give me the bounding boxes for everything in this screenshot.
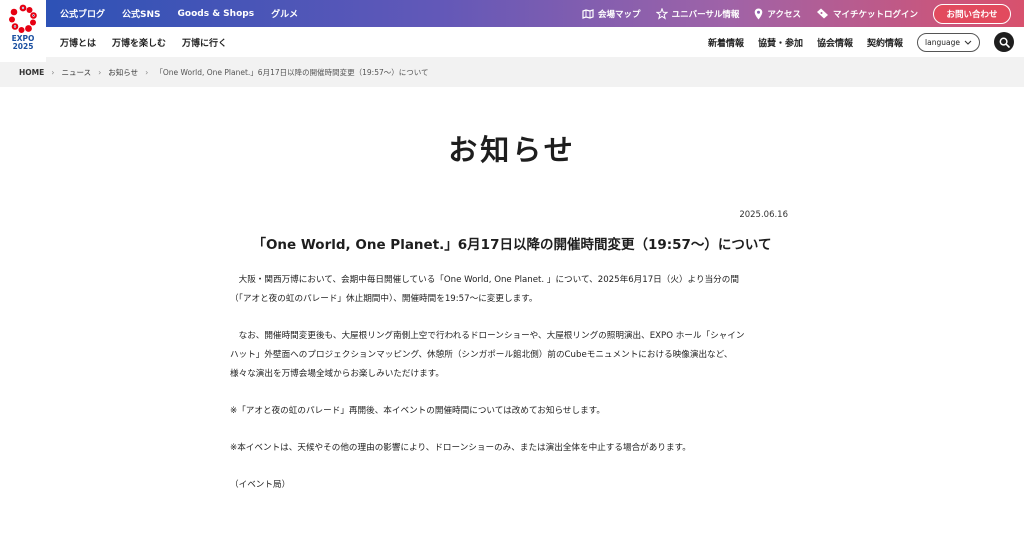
expo-logo[interactable]: EXPO 2025 [0, 0, 46, 62]
breadcrumb-current: 「One World, One Planet.」6月17日以降の開催時間変更（1… [155, 67, 429, 77]
body-text: ※「アオと夜の虹のパレード」再開後、本イベントの開催時間については改めてお知らせ… [230, 406, 606, 416]
nav-official-blog[interactable]: 公式ブログ [60, 7, 105, 20]
nav-about-expo[interactable]: 万博とは [60, 36, 96, 49]
language-select[interactable]: language [917, 32, 980, 52]
body-text: なお、開催時間変更後も、大屋根リング南側上空で行われるドローンショーや、大屋根リ… [230, 331, 745, 341]
nav-sponsorship[interactable]: 協賛・参加 [758, 36, 803, 49]
logo-text: EXPO 2025 [11, 34, 35, 51]
nav-official-sns[interactable]: 公式SNS [122, 7, 161, 20]
top-right-links: 会場マップ ユニバーサル情報 アクセス マイチケットログイン お問い合わせ [582, 3, 1024, 24]
nav-enjoy-expo[interactable]: 万博を楽しむ [112, 36, 166, 49]
venue-map-label: 会場マップ [598, 9, 641, 20]
nav-contract-info[interactable]: 契約情報 [867, 36, 903, 49]
contact-button[interactable]: お問い合わせ [933, 3, 1011, 24]
search-button[interactable] [994, 32, 1014, 52]
chevron-down-icon [964, 40, 972, 45]
universal-info-label: ユニバーサル情報 [671, 9, 740, 20]
venue-map-link[interactable]: 会場マップ [582, 8, 641, 20]
body-text: （「アオと夜の虹のパレード」休止期間中）、開催時間を19:57～に変更します。 [230, 294, 538, 304]
language-label: language [925, 37, 960, 47]
breadcrumb-notice[interactable]: お知らせ [108, 67, 138, 78]
body-text: （イベント局） [230, 480, 291, 490]
nav-news[interactable]: 新着情報 [708, 36, 744, 49]
article-body: 大阪・関西万博において、会期中毎日開催している「One World, One P… [230, 271, 810, 495]
my-ticket-login-link[interactable]: マイチケットログイン [816, 8, 918, 20]
accessibility-icon [655, 7, 668, 20]
body-text: 大阪・関西万博において、会期中毎日開催している「One World, One P… [230, 275, 739, 285]
body-text: ハット」外壁面へのプロジェクションマッピング、休憩所（シンガポール館北側）前のC… [230, 350, 733, 360]
main-nav-right: 新着情報 協賛・参加 協会情報 契約情報 language [708, 32, 1024, 52]
main-nav-left: 万博とは 万博を楽しむ 万博に行く [46, 36, 227, 49]
breadcrumb-separator-icon: › [51, 67, 55, 77]
ticket-icon [816, 8, 828, 19]
top-left-links: 公式ブログ 公式SNS Goods & Shops グルメ [46, 7, 298, 21]
article-date: 2025.06.16 [739, 210, 788, 220]
nav-gourmet[interactable]: グルメ [271, 7, 298, 20]
access-link[interactable]: アクセス [754, 8, 801, 20]
nav-visit-expo[interactable]: 万博に行く [182, 36, 227, 49]
body-text: 様々な演出を万博会場全域からお楽しみいただけます。 [230, 369, 444, 379]
main-navigation: 万博とは 万博を楽しむ 万博に行く 新着情報 協賛・参加 協会情報 契約情報 l… [46, 27, 1024, 57]
body-text: ※本イベントは、天候やその他の理由の影響により、ドローンショーのみ、または演出全… [230, 443, 691, 453]
article-title: 「One World, One Planet.」6月17日以降の開催時間変更（1… [252, 237, 772, 253]
my-ticket-login-label: マイチケットログイン [832, 9, 918, 20]
map-icon [582, 8, 594, 19]
page-title: お知らせ [448, 133, 576, 167]
myaku-myaku-logo-icon [9, 4, 37, 33]
breadcrumb: HOME › ニュース › お知らせ › 「One World, One Pla… [0, 57, 1024, 87]
search-icon [999, 37, 1010, 48]
breadcrumb-home[interactable]: HOME [19, 68, 44, 77]
universal-info-link[interactable]: ユニバーサル情報 [655, 7, 740, 20]
top-navigation-bar: 公式ブログ 公式SNS Goods & Shops グルメ 会場マップ ユニバー… [46, 0, 1024, 27]
breadcrumb-separator-icon: › [145, 67, 149, 77]
breadcrumb-separator-icon: › [98, 67, 102, 77]
location-pin-icon [755, 8, 763, 19]
nav-goods-shops[interactable]: Goods & Shops [178, 9, 255, 19]
access-label: アクセス [767, 9, 801, 20]
breadcrumb-news[interactable]: ニュース [61, 67, 91, 78]
nav-association-info[interactable]: 協会情報 [817, 36, 853, 49]
